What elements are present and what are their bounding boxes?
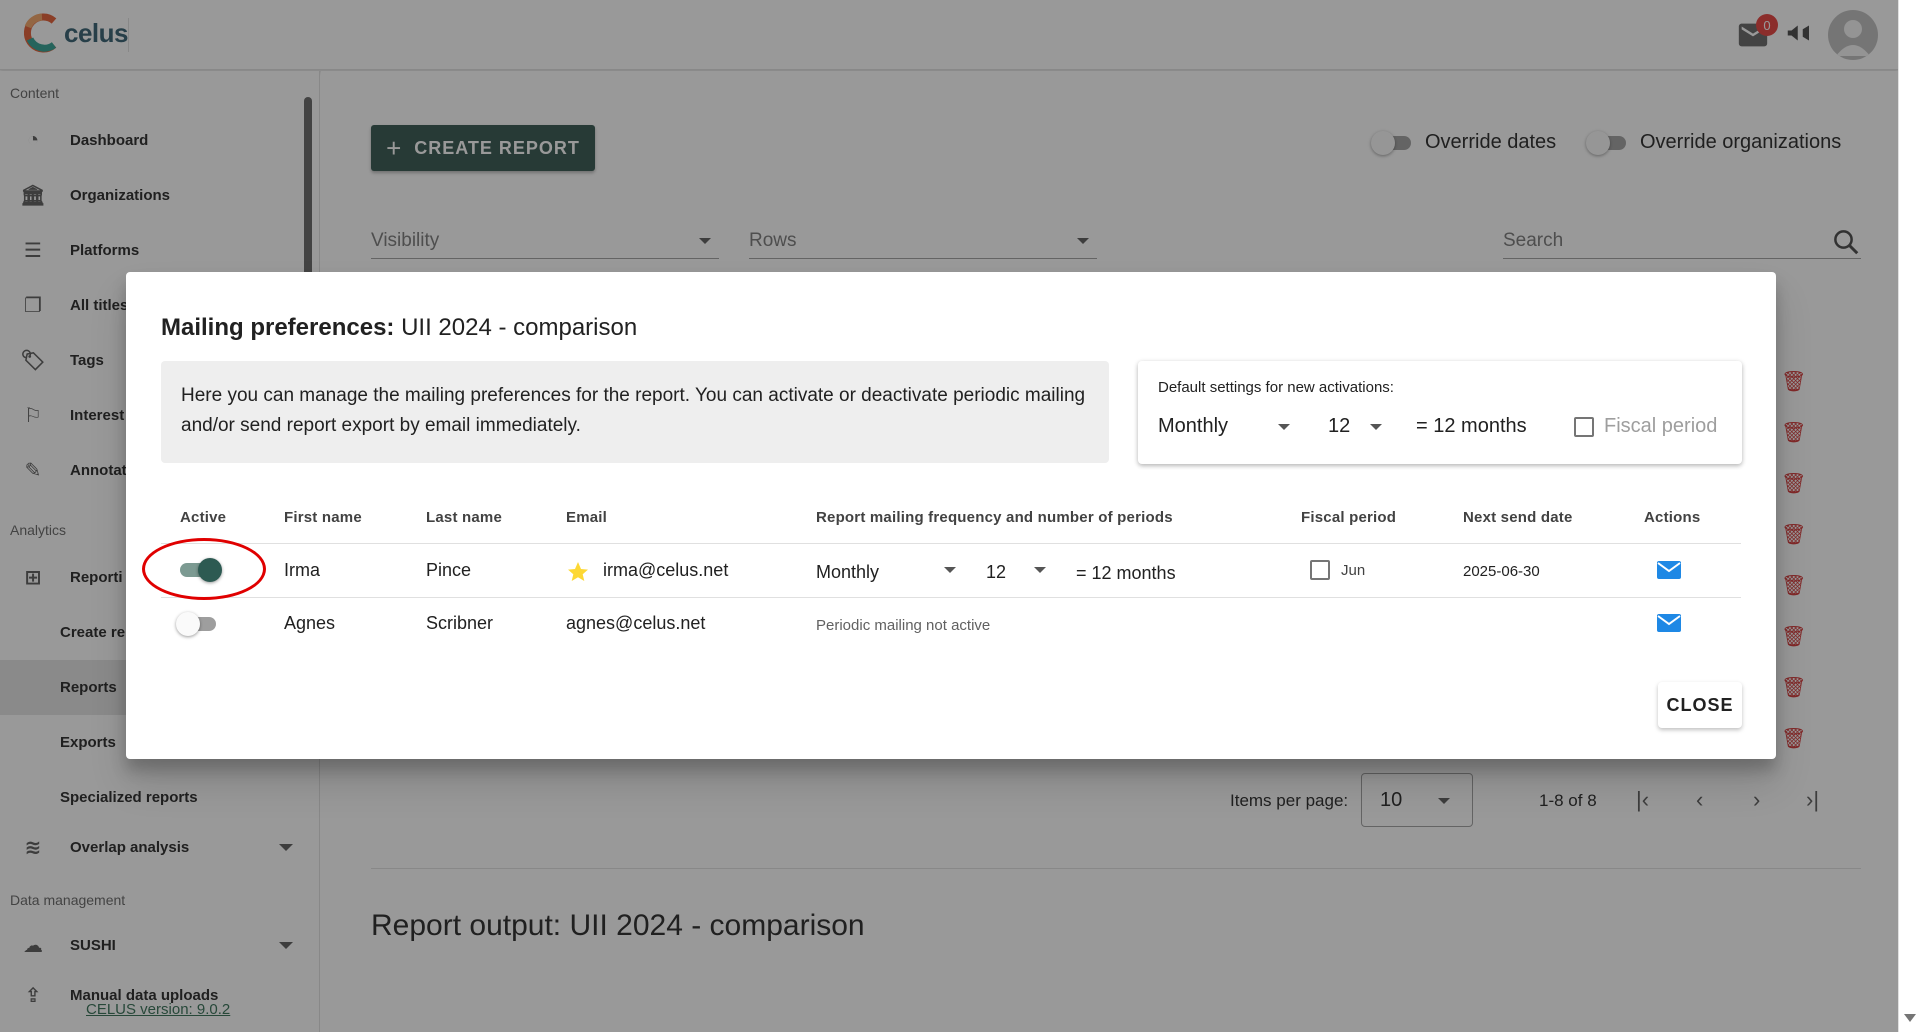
column-next-send-date: Next send date <box>1463 509 1573 526</box>
switch-knob <box>176 612 200 636</box>
next-send-date: 2025-06-30 <box>1463 563 1540 580</box>
dialog-title-name: UII 2024 - comparison <box>401 314 638 341</box>
column-email: Email <box>566 509 608 526</box>
default-periods-value: 12 <box>1328 415 1351 437</box>
column-actions: Actions <box>1644 509 1701 526</box>
send-email-icon[interactable] <box>1657 614 1681 632</box>
fiscal-period-checkbox[interactable] <box>1574 417 1594 437</box>
dialog-title: Mailing preferences: UII 2024 - comparis… <box>161 314 637 342</box>
mailing-status: Periodic mailing not active <box>816 617 991 634</box>
default-settings-label: Default settings for new activations: <box>1158 379 1394 396</box>
chevron-down-icon[interactable] <box>944 567 956 573</box>
column-frequency: Report mailing frequency and number of p… <box>816 509 1173 526</box>
star-icon <box>568 562 588 581</box>
mailing-preferences-dialog: Mailing preferences: UII 2024 - comparis… <box>126 272 1776 759</box>
default-summary: = 12 months <box>1416 415 1527 437</box>
column-fiscal-period: Fiscal period <box>1301 509 1397 526</box>
email-cell: agnes@celus.net <box>566 613 706 633</box>
chevron-down-icon[interactable] <box>1278 424 1290 430</box>
scroll-down-icon[interactable] <box>1904 1014 1916 1022</box>
fiscal-month: Jun <box>1341 562 1366 579</box>
column-last-name: Last name <box>426 509 502 526</box>
email-cell: irma@celus.net <box>603 560 729 580</box>
row-divider <box>161 597 1741 598</box>
default-settings-card: Default settings for new activations: Mo… <box>1138 361 1742 464</box>
info-box: Here you can manage the mailing preferen… <box>161 361 1109 463</box>
header-divider <box>161 543 1741 544</box>
default-frequency-select[interactable]: Monthly <box>1158 415 1228 438</box>
fiscal-period-label: Fiscal period <box>1604 415 1718 437</box>
fiscal-period-checkbox[interactable] <box>1310 560 1330 580</box>
dialog-title-label: Mailing preferences: <box>161 314 395 341</box>
page-scrollbar[interactable] <box>1898 0 1920 1032</box>
active-toggle[interactable] <box>176 612 220 636</box>
highlight-ellipse <box>142 538 266 600</box>
chevron-down-icon[interactable] <box>1034 567 1046 573</box>
periods-value: 12 <box>986 562 1007 582</box>
column-first-name: First name <box>284 509 362 526</box>
column-active: Active <box>180 509 227 526</box>
frequency-select[interactable]: Monthly <box>816 562 879 583</box>
close-button[interactable]: CLOSE <box>1658 682 1742 728</box>
last-name-cell: Pince <box>426 560 472 580</box>
first-name-cell: Agnes <box>284 613 336 633</box>
default-periods-select[interactable]: 12 <box>1328 415 1350 438</box>
periods-select[interactable]: 12 <box>986 562 1006 583</box>
periods-summary: = 12 months <box>1076 563 1176 583</box>
chevron-down-icon[interactable] <box>1370 424 1382 430</box>
send-email-icon[interactable] <box>1657 561 1681 579</box>
frequency-value: Monthly <box>816 562 880 582</box>
first-name-cell: Irma <box>284 560 320 580</box>
default-frequency-value: Monthly <box>1158 415 1229 437</box>
last-name-cell: Scribner <box>426 613 494 633</box>
